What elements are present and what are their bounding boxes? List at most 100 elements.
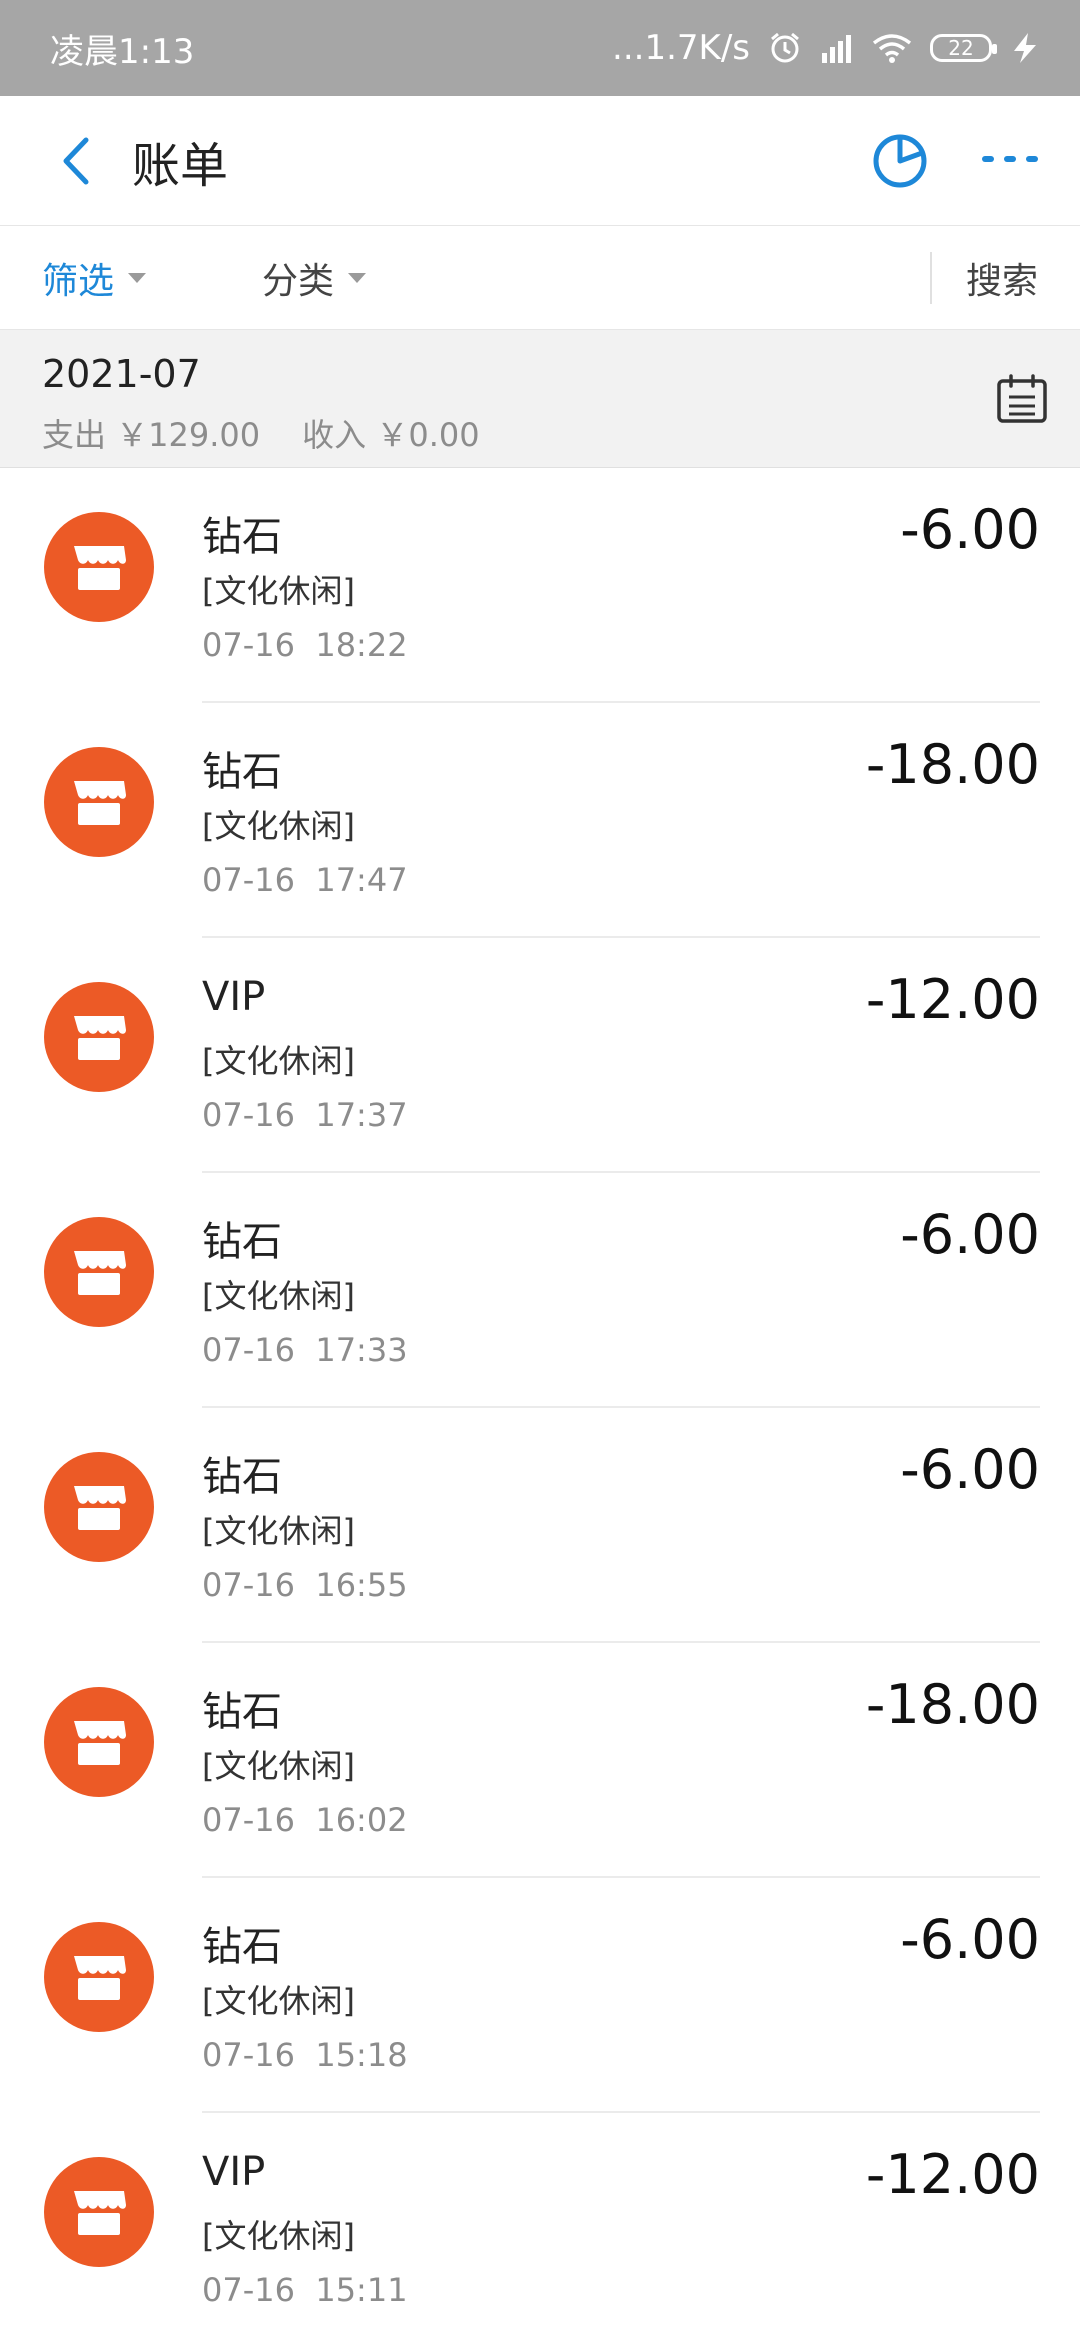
chart-button[interactable] [870, 129, 930, 193]
summary-row: 支出 ￥129.00 收入 ￥0.00 [42, 410, 480, 456]
transaction-amount: -6.00 [900, 1908, 1040, 1971]
transaction-name: 钻石 [202, 514, 282, 560]
transaction-name: VIP [202, 2149, 266, 2195]
transaction-datetime: 07-16 16:02 [202, 1801, 408, 1839]
transaction-name: 钻石 [202, 1924, 282, 1970]
filter-label: 筛选 [42, 260, 115, 302]
calendar-icon [997, 374, 1047, 423]
status-icons: ...1.7K/s 22 [612, 28, 1040, 68]
transaction-datetime: 07-16 18:22 [202, 626, 408, 664]
transaction-datetime: 07-16 16:55 [202, 1566, 408, 1604]
filter-dropdown[interactable]: 筛选 [42, 252, 147, 304]
category-dropdown[interactable]: 分类 [262, 252, 367, 304]
category-label: 分类 [262, 260, 335, 302]
divider [930, 252, 932, 304]
transaction-time: 18:22 [315, 626, 408, 664]
transaction-name: 钻石 [202, 1219, 282, 1265]
transaction-row[interactable]: VIP [文化休闲] 07-16 17:37 -12.00 [0, 938, 1080, 1173]
transaction-row[interactable]: 钻石 [文化休闲] 07-16 17:47 -18.00 [0, 703, 1080, 938]
shop-icon [44, 1217, 154, 1327]
transaction-row[interactable]: 钻石 [文化休闲] 07-16 16:55 -6.00 [0, 1408, 1080, 1643]
month-label: 2021-07 [42, 352, 201, 396]
pie-chart-icon [873, 134, 927, 188]
alarm-icon [771, 32, 799, 63]
shop-icon [44, 747, 154, 857]
transaction-time: 17:47 [315, 861, 408, 899]
back-button[interactable] [40, 126, 110, 196]
charging-icon [1014, 33, 1036, 63]
store-icon [74, 546, 126, 590]
page-title: 账单 [132, 137, 229, 194]
filter-bar: 筛选 分类 搜索 [0, 226, 1080, 330]
transaction-row[interactable]: 钻石 [文化休闲] 07-16 17:33 -6.00 [0, 1173, 1080, 1408]
transaction-date: 07-16 [202, 2036, 295, 2074]
store-icon [74, 1721, 126, 1765]
transaction-category: [文化休闲] [202, 1747, 355, 1785]
transaction-date: 07-16 [202, 1331, 295, 1369]
transaction-time: 16:02 [315, 1801, 408, 1839]
signal-icon [822, 35, 851, 63]
transaction-amount: -12.00 [865, 2143, 1040, 2206]
transaction-category: [文化休闲] [202, 1512, 355, 1550]
store-icon [74, 2191, 126, 2235]
store-icon [74, 1956, 126, 2000]
transaction-row[interactable]: 钻石 [文化休闲] 07-16 16:02 -18.00 [0, 1643, 1080, 1878]
calendar-button[interactable] [996, 374, 1048, 428]
transaction-date: 07-16 [202, 2271, 295, 2309]
transaction-time: 17:37 [315, 1096, 408, 1134]
transaction-amount: -6.00 [900, 1438, 1040, 1501]
transaction-category: [文化休闲] [202, 1042, 355, 1080]
shop-icon [44, 2157, 154, 2267]
wifi-icon [872, 34, 912, 63]
income-total: 收入 ￥0.00 [302, 416, 480, 454]
transaction-amount: -18.00 [865, 1673, 1040, 1736]
caret-down-icon [128, 272, 147, 283]
transaction-list: 钻石 [文化休闲] 07-16 18:22 -6.00 钻石 [文化休闲] 07… [0, 468, 1080, 2348]
store-icon [74, 1016, 126, 1060]
app-header: 账单 [0, 96, 1080, 226]
transaction-category: [文化休闲] [202, 1982, 355, 2020]
transaction-date: 07-16 [202, 1801, 295, 1839]
transaction-row[interactable]: 钻石 [文化休闲] 07-16 15:18 -6.00 [0, 1878, 1080, 2113]
transaction-amount: -12.00 [865, 968, 1040, 1031]
transaction-time: 17:33 [315, 1331, 408, 1369]
store-icon [74, 781, 126, 825]
transaction-name: 钻石 [202, 749, 282, 795]
store-icon [74, 1251, 126, 1295]
transaction-datetime: 07-16 15:18 [202, 2036, 408, 2074]
transaction-category: [文化休闲] [202, 1277, 355, 1315]
transaction-row[interactable]: 钻石 [文化休闲] 07-16 18:22 -6.00 [0, 468, 1080, 703]
search-button[interactable]: 搜索 [966, 252, 1038, 304]
transaction-time: 16:55 [315, 1566, 408, 1604]
transaction-time: 15:18 [315, 2036, 408, 2074]
shop-icon [44, 1922, 154, 2032]
transaction-row[interactable]: VIP [文化休闲] 07-16 15:11 -12.00 [0, 2113, 1080, 2348]
transaction-category: [文化休闲] [202, 572, 355, 610]
transaction-date: 07-16 [202, 626, 295, 664]
transaction-date: 07-16 [202, 1566, 295, 1604]
chevron-left-icon [63, 137, 89, 184]
transaction-time: 15:11 [315, 2271, 408, 2309]
status-time: 凌晨1:13 [50, 31, 195, 72]
network-speed: ...1.7K/s [612, 28, 750, 68]
caret-down-icon [348, 272, 367, 283]
transaction-amount: -18.00 [865, 733, 1040, 796]
expense-total: 支出 ￥129.00 [42, 416, 261, 454]
transaction-date: 07-16 [202, 1096, 295, 1134]
shop-icon [44, 982, 154, 1092]
transaction-category: [文化休闲] [202, 2217, 355, 2255]
store-icon [74, 1486, 126, 1530]
status-bar: 凌晨1:13 ...1.7K/s 22 [0, 0, 1080, 96]
shop-icon [44, 1687, 154, 1797]
transaction-name: 钻石 [202, 1454, 282, 1500]
shop-icon [44, 512, 154, 622]
more-button[interactable] [980, 149, 1040, 173]
more-icon [982, 156, 1038, 162]
transaction-datetime: 07-16 17:37 [202, 1096, 408, 1134]
transaction-category: [文化休闲] [202, 807, 355, 845]
month-summary: 2021-07 支出 ￥129.00 收入 ￥0.00 [0, 330, 1080, 468]
transaction-datetime: 07-16 15:11 [202, 2271, 408, 2309]
transaction-amount: -6.00 [900, 498, 1040, 561]
transaction-name: 钻石 [202, 1689, 282, 1735]
transaction-amount: -6.00 [900, 1203, 1040, 1266]
